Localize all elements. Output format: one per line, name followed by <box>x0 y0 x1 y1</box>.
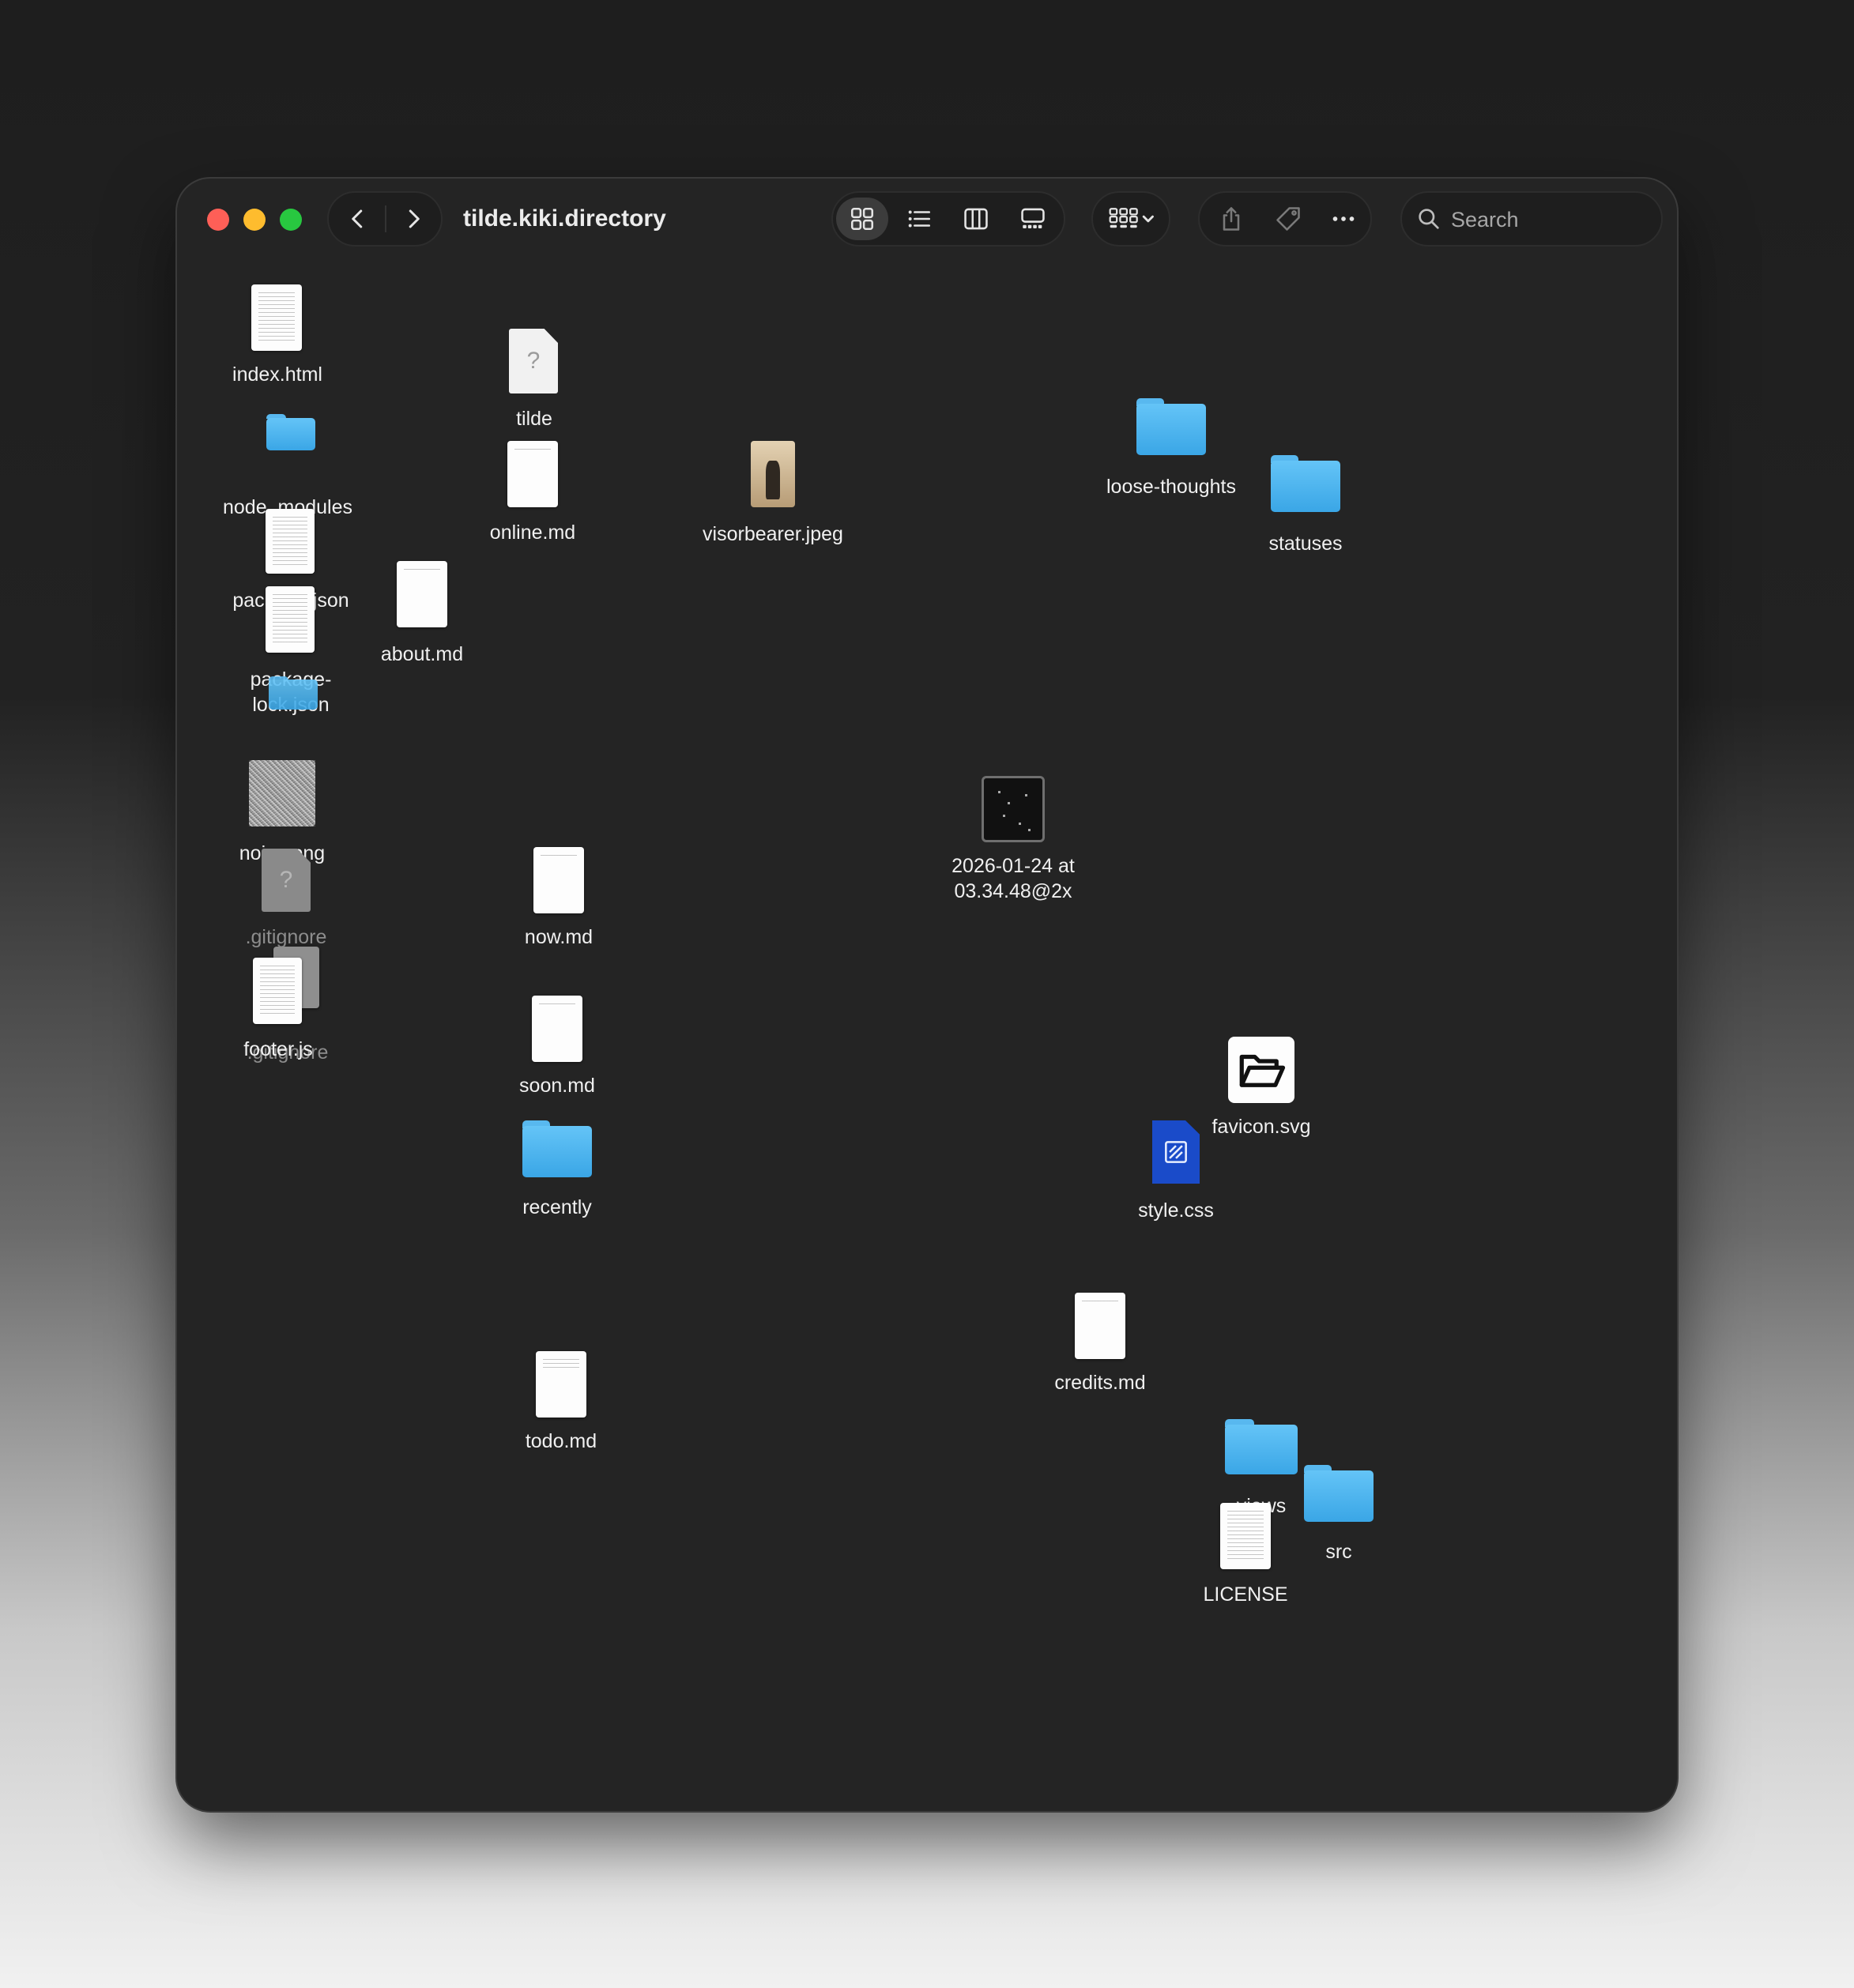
document-icon <box>1220 1503 1271 1569</box>
image-thumbnail <box>1228 1037 1294 1103</box>
icon-view-button[interactable] <box>836 198 888 240</box>
group-by-menu[interactable] <box>1091 191 1170 247</box>
forward-button[interactable] <box>386 193 441 245</box>
css-icon <box>1165 1141 1187 1163</box>
file-name: todo.md <box>525 1430 597 1452</box>
grid-icon <box>850 207 874 231</box>
file-name: favicon.svg <box>1212 1116 1311 1138</box>
gallery-view-button[interactable] <box>1007 198 1059 240</box>
file-name: soon.md <box>519 1075 595 1097</box>
zoom-button[interactable] <box>280 209 302 231</box>
image-thumbnail <box>751 441 795 507</box>
css-file-icon <box>1152 1120 1200 1184</box>
column-view-button[interactable] <box>950 198 1002 240</box>
list-icon <box>908 210 931 228</box>
file-name: statuses <box>1268 533 1343 555</box>
screenshot-thumbnail <box>982 776 1045 842</box>
unknown-file-icon: ? <box>262 849 311 912</box>
file-name: loose-thoughts <box>1106 476 1237 498</box>
minimize-button[interactable] <box>243 209 266 231</box>
chevron-left-icon <box>352 209 363 228</box>
view-mode-group <box>831 191 1065 247</box>
columns-icon <box>964 208 988 230</box>
chevron-right-icon <box>409 209 420 228</box>
document-icon <box>251 284 302 351</box>
file-name: recently <box>522 1196 592 1218</box>
open-folder-icon <box>1239 1054 1286 1087</box>
folder-icon <box>1225 1419 1298 1474</box>
search-input[interactable] <box>1449 199 1650 240</box>
back-button[interactable] <box>330 193 386 245</box>
file-name: tilde <box>516 408 552 430</box>
folder-icon <box>1136 398 1206 455</box>
file-name: now.md <box>524 926 594 948</box>
tag-icon <box>1276 207 1300 231</box>
document-icon <box>266 509 315 574</box>
file-name: src <box>1325 1541 1352 1563</box>
file-name: about.md <box>380 643 464 665</box>
document-icon <box>1075 1293 1125 1359</box>
document-icon <box>536 1351 586 1418</box>
file-name: footer.js <box>243 1038 313 1060</box>
more-button[interactable] <box>1318 198 1369 240</box>
finder-window: tilde.kiki.directory Search index.html ?… <box>177 179 1677 1811</box>
file-name: online.md <box>489 521 576 544</box>
group-grid-chevron-icon <box>1109 208 1154 228</box>
share-icon <box>1223 207 1240 231</box>
folder-icon <box>1304 1465 1374 1522</box>
folder-icon <box>1271 455 1340 512</box>
navigation-group <box>327 191 443 247</box>
close-button[interactable] <box>207 209 229 231</box>
action-group <box>1198 191 1372 247</box>
gallery-icon <box>1021 208 1045 229</box>
search-icon <box>1419 209 1439 229</box>
image-thumbnail <box>249 760 315 826</box>
unknown-file-icon: ? <box>509 329 558 393</box>
document-icon <box>266 586 315 653</box>
document-icon <box>397 561 447 627</box>
file-name: visorbearer.jpeg <box>703 523 843 545</box>
share-button[interactable] <box>1206 198 1257 240</box>
document-icon <box>533 847 584 913</box>
window-title: tilde.kiki.directory <box>463 205 666 232</box>
file-name: style.css <box>1138 1199 1214 1222</box>
document-icon <box>253 958 302 1024</box>
folder-icon <box>522 1120 592 1177</box>
folder-icon <box>266 414 315 450</box>
file-name: index.html <box>232 363 322 386</box>
list-view-button[interactable] <box>893 198 945 240</box>
document-icon <box>507 441 558 507</box>
ellipsis-icon <box>1332 216 1355 221</box>
file-name: LICENSE <box>1203 1583 1288 1606</box>
folder-icon <box>269 676 318 710</box>
document-icon <box>532 996 582 1062</box>
search-field[interactable] <box>1400 191 1663 247</box>
group-button[interactable] <box>1101 198 1164 240</box>
tag-button[interactable] <box>1263 198 1313 240</box>
file-name: 2026-01-24 at 03.34.48@2x <box>951 855 1075 902</box>
file-name: credits.md <box>1054 1372 1146 1394</box>
